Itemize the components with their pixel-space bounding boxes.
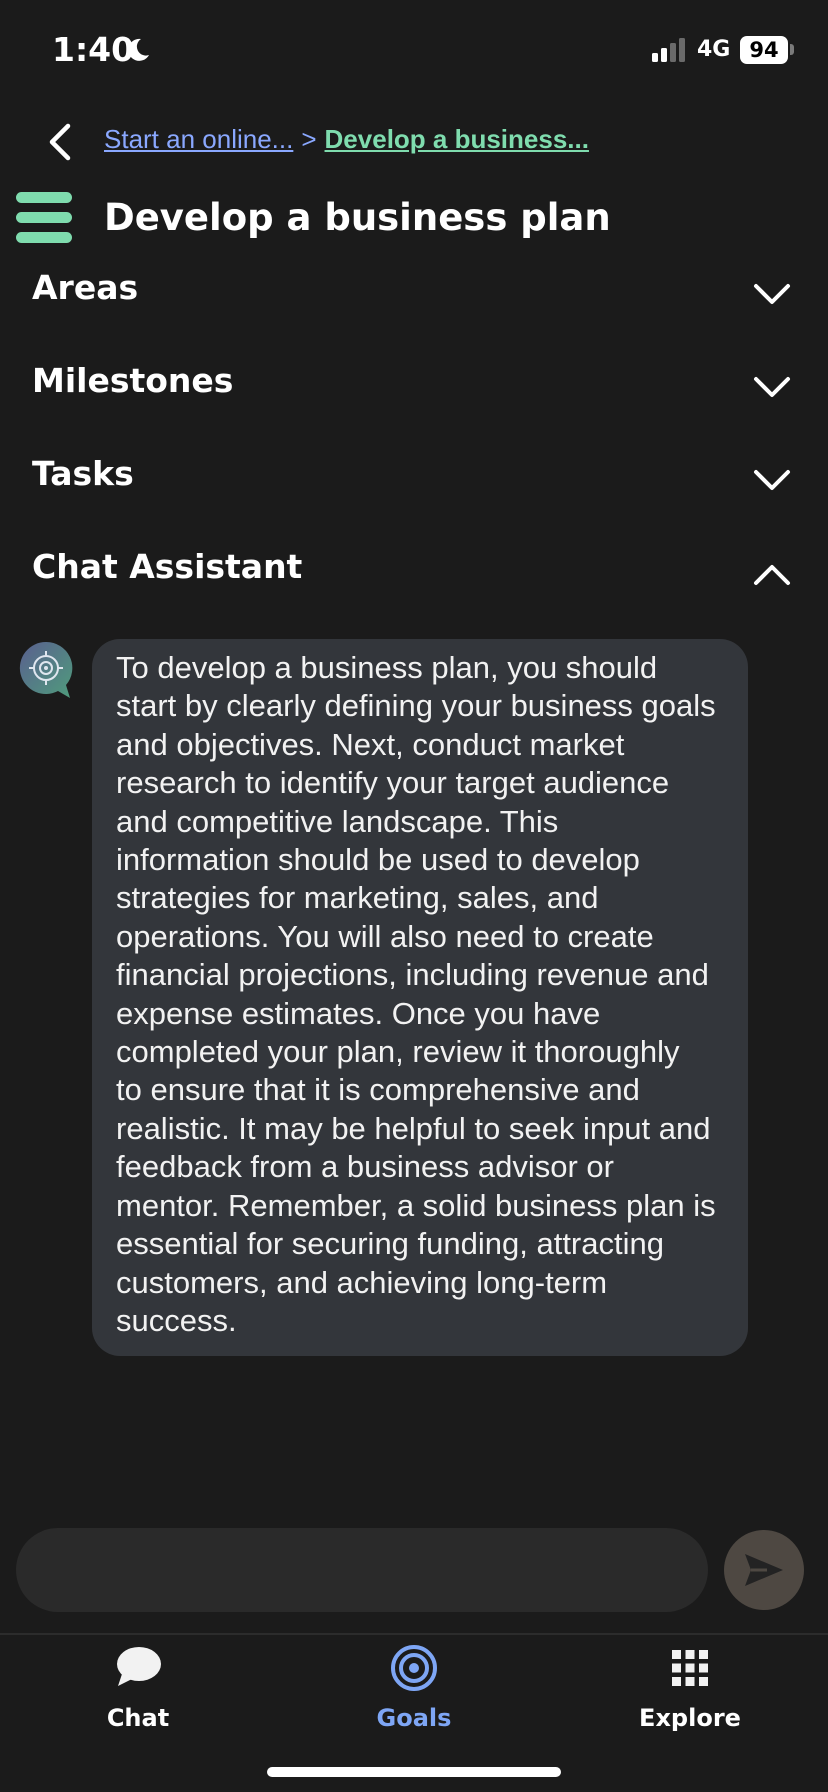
- nav-label: Explore: [639, 1704, 741, 1732]
- message-line: start by clearly defining your business …: [116, 688, 716, 724]
- chevron-down-icon[interactable]: [752, 373, 792, 401]
- nav-item-goals[interactable]: Goals: [324, 1644, 504, 1744]
- chevron-down-icon[interactable]: [752, 466, 792, 494]
- page-title: Develop a business plan: [104, 196, 611, 239]
- message-line: essential for securing funding, attracti…: [116, 1226, 664, 1262]
- chevron-down-icon[interactable]: [752, 280, 792, 308]
- assistant-message-text: To develop a business plan, you should s…: [116, 649, 726, 1340]
- message-line: financial projections, including revenue…: [116, 957, 709, 993]
- section-label: Milestones: [32, 361, 234, 400]
- message-line: customers, and achieving long-term: [116, 1264, 608, 1300]
- status-time: 1:40: [52, 30, 135, 69]
- home-indicator: [267, 1767, 561, 1777]
- section-label: Areas: [32, 268, 139, 307]
- hamburger-menu-icon[interactable]: [16, 192, 72, 244]
- nav-divider: [0, 1633, 828, 1635]
- signal-icon: [652, 38, 685, 62]
- message-line: feedback from a business advisor or: [116, 1149, 614, 1185]
- battery-icon: 94: [740, 36, 788, 64]
- grid-icon: [672, 1650, 708, 1686]
- target-icon: [391, 1645, 437, 1691]
- breadcrumb-current-link[interactable]: Develop a business...: [325, 124, 589, 154]
- assistant-message-bubble: To develop a business plan, you should s…: [92, 639, 748, 1356]
- battery-level: 94: [749, 38, 779, 62]
- message-line: and competitive landscape. This: [116, 803, 559, 839]
- message-line: realistic. It may be helpful to seek inp…: [116, 1110, 711, 1146]
- message-line: expense estimates. Once you have: [116, 995, 601, 1031]
- message-line: to ensure that it is comprehensive and: [116, 1072, 640, 1108]
- breadcrumb: Start an online... > Develop a business...: [104, 124, 589, 155]
- section-chat-assistant[interactable]: Chat Assistant: [32, 547, 792, 607]
- message-line: To develop a business plan, you should: [116, 650, 658, 685]
- section-areas[interactable]: Areas: [32, 268, 792, 328]
- message-line: research to identify your target audienc…: [116, 765, 670, 801]
- section-tasks[interactable]: Tasks: [32, 454, 792, 514]
- message-line: information should be used to develop: [116, 842, 640, 878]
- send-button[interactable]: [724, 1530, 804, 1610]
- moon-icon: [128, 38, 149, 61]
- message-line: mentor. Remember, a solid business plan …: [116, 1187, 716, 1223]
- chat-message-input[interactable]: [16, 1528, 708, 1612]
- breadcrumb-separator: >: [301, 124, 317, 154]
- chat-bubble-icon: [117, 1647, 161, 1686]
- message-line: completed your plan, review it thoroughl…: [116, 1034, 680, 1070]
- assistant-avatar-icon: [19, 641, 73, 698]
- chevron-up-icon[interactable]: [752, 561, 792, 589]
- section-label: Tasks: [32, 454, 134, 493]
- section-label: Chat Assistant: [32, 547, 303, 586]
- battery-nub: [790, 44, 794, 55]
- network-label: 4G: [697, 37, 731, 62]
- message-line: strategies for marketing, sales, and: [116, 880, 599, 916]
- send-icon: [745, 1554, 783, 1586]
- nav-item-explore[interactable]: Explore: [600, 1644, 780, 1744]
- nav-label: Goals: [376, 1704, 452, 1732]
- section-milestones[interactable]: Milestones: [32, 361, 792, 421]
- breadcrumb-parent-link[interactable]: Start an online...: [104, 124, 293, 154]
- message-line: success.: [116, 1302, 237, 1338]
- nav-item-chat[interactable]: Chat: [48, 1644, 228, 1744]
- message-line: and objectives. Next, conduct market: [116, 726, 625, 762]
- back-chevron-icon[interactable]: [42, 118, 82, 166]
- nav-label: Chat: [106, 1704, 170, 1732]
- message-line: operations. You will also need to create: [116, 918, 654, 954]
